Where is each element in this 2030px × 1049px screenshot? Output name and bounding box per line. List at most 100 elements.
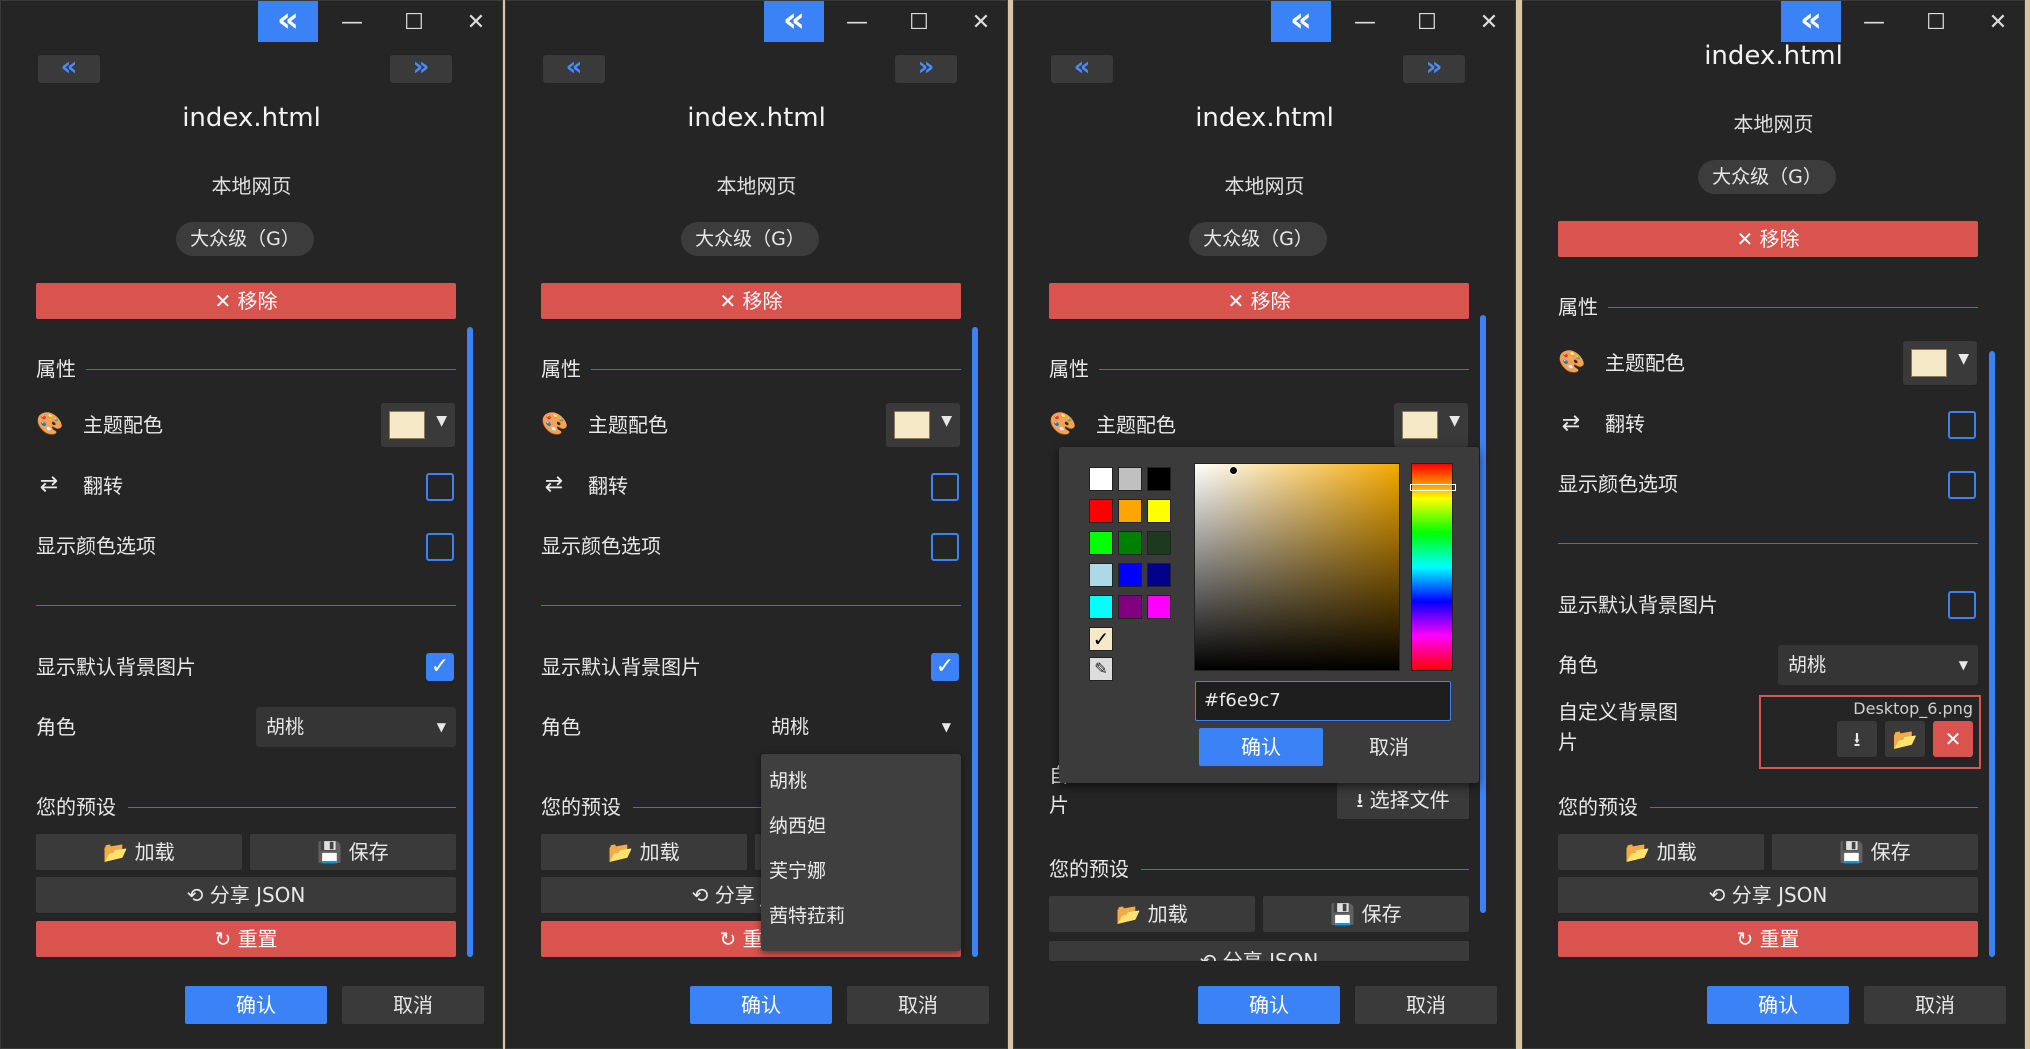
role-select[interactable]: 胡桃 ▼ <box>256 707 456 747</box>
remove-button[interactable]: ✕ 移除 <box>541 283 961 319</box>
color-swatch-silver[interactable] <box>1118 467 1142 491</box>
load-button[interactable]: 📂 加载 <box>541 834 747 870</box>
color-swatch-navy[interactable] <box>1147 563 1171 587</box>
role-option[interactable]: 茜特菈莉 <box>761 894 961 939</box>
theme-color-picker[interactable]: ▼ <box>1903 341 1977 385</box>
show-color-options-label: 显示颜色选项 <box>1558 472 1678 496</box>
show-color-options-checkbox[interactable] <box>1948 471 1976 499</box>
theme-color-picker[interactable]: ▼ <box>381 403 455 447</box>
eyedropper-icon[interactable]: ✎ <box>1089 657 1113 681</box>
color-swatch-black[interactable] <box>1147 467 1171 491</box>
flip-checkbox[interactable] <box>931 473 959 501</box>
sv-cursor[interactable] <box>1229 466 1238 475</box>
prev-button[interactable]: « <box>1051 54 1113 83</box>
save-button[interactable]: 💾 保存 <box>250 834 456 870</box>
maximize-icon[interactable]: ☐ <box>895 1 943 45</box>
role-option[interactable]: 纳西妲 <box>761 804 961 849</box>
role-option[interactable]: 芙宁娜 <box>761 849 961 894</box>
share-json-button[interactable]: ⟲ 分享 JSON <box>1049 941 1469 961</box>
collapse-icon[interactable]: « <box>258 1 318 42</box>
color-swatch-orange[interactable] <box>1118 499 1142 523</box>
scrollbar[interactable] <box>1480 315 1486 913</box>
minimize-icon[interactable]: — <box>1850 1 1898 45</box>
close-icon[interactable]: ✕ <box>957 1 1005 45</box>
close-icon[interactable]: ✕ <box>1974 1 2022 45</box>
color-swatch-lime[interactable] <box>1089 531 1113 555</box>
scrollbar[interactable] <box>467 327 473 957</box>
cancel-button[interactable]: 取消 <box>342 986 484 1024</box>
maximize-icon[interactable]: ☐ <box>1403 1 1451 45</box>
maximize-icon[interactable]: ☐ <box>390 1 438 45</box>
reset-button[interactable]: ↻ 重置 <box>36 921 456 957</box>
save-button[interactable]: 💾 保存 <box>1772 834 1978 870</box>
collapse-icon[interactable]: « <box>1271 1 1331 42</box>
role-select[interactable]: 胡桃 ▼ <box>1778 645 1978 685</box>
picker-confirm-button[interactable]: 确认 <box>1199 728 1323 766</box>
cancel-button[interactable]: 取消 <box>1355 986 1497 1024</box>
load-button[interactable]: 📂 加载 <box>1558 834 1764 870</box>
prev-button[interactable]: « <box>38 54 100 83</box>
upload-icon[interactable]: ⭳ <box>1837 721 1877 757</box>
clear-icon[interactable]: ✕ <box>1933 721 1973 757</box>
share-json-button[interactable]: ⟲ 分享 JSON <box>36 877 456 913</box>
remove-button[interactable]: ✕ 移除 <box>1049 283 1469 319</box>
next-button[interactable]: » <box>390 54 452 83</box>
hex-input[interactable]: #f6e9c7 <box>1195 681 1451 721</box>
scrollbar[interactable] <box>1989 351 1995 957</box>
confirm-button[interactable]: 确认 <box>1707 986 1849 1024</box>
show-color-options-checkbox[interactable] <box>426 533 454 561</box>
remove-button[interactable]: ✕ 移除 <box>36 283 456 319</box>
show-default-bg-checkbox[interactable] <box>1948 591 1976 619</box>
saturation-value-area[interactable] <box>1194 463 1400 671</box>
theme-color-picker[interactable]: ▼ <box>1394 403 1468 447</box>
load-button[interactable]: 📂 加载 <box>1049 896 1255 932</box>
scrollbar[interactable] <box>972 327 978 957</box>
confirm-button[interactable]: 确认 <box>1198 986 1340 1024</box>
minimize-icon[interactable]: — <box>328 1 376 45</box>
close-icon[interactable]: ✕ <box>1465 1 1513 45</box>
confirm-button[interactable]: 确认 <box>185 986 327 1024</box>
minimize-icon[interactable]: — <box>1341 1 1389 45</box>
theme-color-picker[interactable]: ▼ <box>886 403 960 447</box>
section-title: 您的预设 <box>541 795 621 819</box>
show-default-bg-checkbox[interactable]: ✓ <box>426 653 454 681</box>
color-swatch-light-blue[interactable] <box>1089 563 1113 587</box>
collapse-icon[interactable]: « <box>764 1 824 42</box>
flip-checkbox[interactable] <box>1948 411 1976 439</box>
hue-slider-handle[interactable] <box>1410 484 1456 491</box>
close-icon[interactable]: ✕ <box>452 1 500 45</box>
color-swatch-green[interactable] <box>1118 531 1142 555</box>
prev-button[interactable]: « <box>543 54 605 83</box>
remove-button[interactable]: ✕ 移除 <box>1558 221 1978 257</box>
next-button[interactable]: » <box>895 54 957 83</box>
color-swatch-white[interactable] <box>1089 467 1113 491</box>
color-swatch-magenta[interactable] <box>1147 595 1171 619</box>
load-button[interactable]: 📂 加载 <box>36 834 242 870</box>
color-swatch-dark-green[interactable] <box>1147 531 1171 555</box>
hue-slider[interactable] <box>1410 463 1456 671</box>
color-swatch-yellow[interactable] <box>1147 499 1171 523</box>
reset-button[interactable]: ↻ 重置 <box>1558 921 1978 957</box>
current-color-check-icon[interactable]: ✓ <box>1089 627 1113 651</box>
maximize-icon[interactable]: ☐ <box>1912 1 1960 45</box>
color-swatch-red[interactable] <box>1089 499 1113 523</box>
role-option[interactable]: 胡桃 <box>761 759 961 804</box>
flip-checkbox[interactable] <box>426 473 454 501</box>
picker-cancel-button[interactable]: 取消 <box>1327 728 1451 766</box>
collapse-icon[interactable]: « <box>1781 1 1841 42</box>
color-swatch-purple[interactable] <box>1118 595 1142 619</box>
save-button[interactable]: 💾 保存 <box>1263 896 1469 932</box>
folder-open-icon[interactable]: 📂 <box>1885 721 1925 757</box>
color-swatch-cyan[interactable] <box>1089 595 1113 619</box>
select-file-button[interactable]: ⭳ 选择文件 <box>1337 781 1469 819</box>
show-default-bg-checkbox[interactable]: ✓ <box>931 653 959 681</box>
next-button[interactable]: » <box>1403 54 1465 83</box>
show-color-options-checkbox[interactable] <box>931 533 959 561</box>
confirm-button[interactable]: 确认 <box>690 986 832 1024</box>
cancel-button[interactable]: 取消 <box>847 986 989 1024</box>
role-select[interactable]: 胡桃 ▼ <box>761 707 961 747</box>
share-json-button[interactable]: ⟲ 分享 JSON <box>1558 877 1978 913</box>
color-swatch-blue[interactable] <box>1118 563 1142 587</box>
minimize-icon[interactable]: — <box>833 1 881 45</box>
cancel-button[interactable]: 取消 <box>1864 986 2006 1024</box>
